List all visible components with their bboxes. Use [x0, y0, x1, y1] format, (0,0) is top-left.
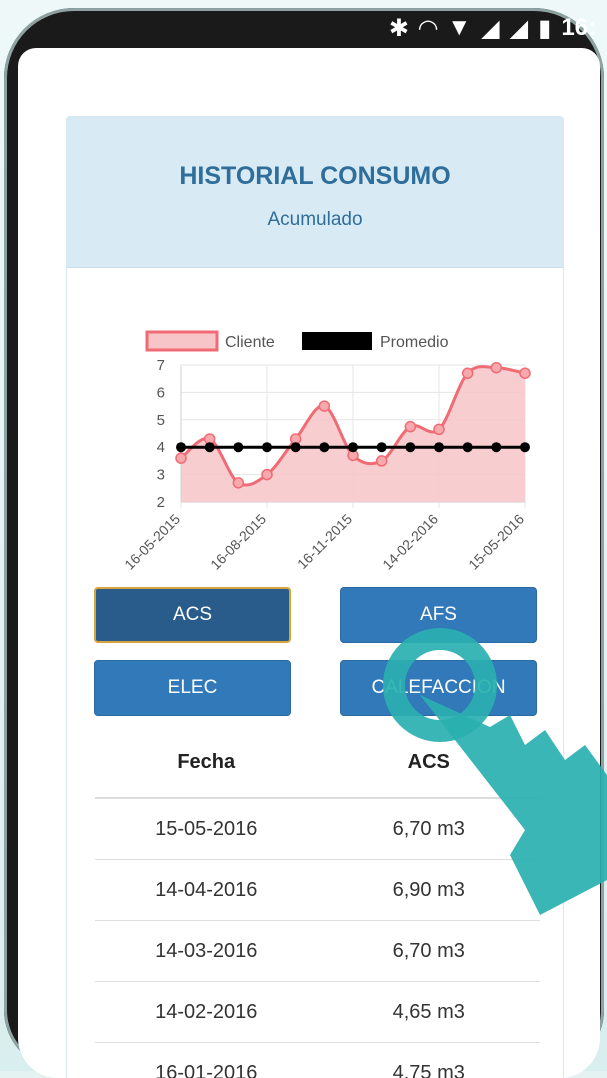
- battery-icon: ▮: [538, 14, 551, 43]
- value-cell: 4,75 m3: [318, 1062, 541, 1078]
- promedio-point: [348, 442, 358, 452]
- y-tick-label: 4: [157, 439, 165, 456]
- table-row: 14-02-2016 4,65 m3: [95, 982, 540, 1043]
- legend-swatch-promedio: [302, 332, 372, 350]
- y-tick-label: 7: [157, 357, 165, 374]
- x-tick-label: 16-05-2015: [121, 511, 183, 573]
- value-cell: 6,70 m3: [318, 818, 541, 841]
- date-cell: 14-04-2016: [95, 879, 318, 902]
- value-cell: 4,65 m3: [318, 1001, 541, 1024]
- date-cell: 14-03-2016: [95, 940, 318, 963]
- phone-frame: ✱ ◠ ▼ ◢ ◢ ▮ 16: HISTORIAL CONSUMO Acumul…: [4, 8, 604, 1070]
- page-title: HISTORIAL CONSUMO: [179, 162, 450, 191]
- page-subtitle: Acumulado: [267, 209, 362, 231]
- promedio-point: [377, 442, 387, 452]
- elec-button[interactable]: ELEC: [94, 660, 291, 716]
- app-screen: HISTORIAL CONSUMO Acumulado Cliente Prome…: [18, 48, 600, 1078]
- cliente-point: [491, 363, 501, 373]
- y-tick-label: 5: [157, 412, 165, 429]
- x-tick-label: 16-11-2015: [294, 511, 355, 572]
- value-cell: 6,70 m3: [318, 940, 541, 963]
- table-row: 14-04-2016 6,90 m3: [95, 860, 540, 921]
- cliente-point: [233, 478, 243, 488]
- status-time: 16:: [561, 14, 596, 42]
- promedio-point: [405, 442, 415, 452]
- cliente-point: [520, 368, 530, 378]
- promedio-point: [319, 442, 329, 452]
- acs-button[interactable]: ACS: [94, 587, 291, 643]
- legend-swatch-cliente: [147, 332, 217, 350]
- x-tick-label: 16-08-2015: [207, 511, 269, 573]
- promedio-point: [205, 442, 215, 452]
- promedio-point: [291, 442, 301, 452]
- table-row: 14-03-2016 6,70 m3: [95, 921, 540, 982]
- column-header-acs: ACS: [318, 751, 541, 774]
- history-panel: HISTORIAL CONSUMO Acumulado Cliente Prome…: [66, 116, 564, 1078]
- status-bar: ✱ ◠ ▼ ◢ ◢ ▮ 16:: [4, 8, 604, 48]
- y-tick-label: 6: [157, 384, 165, 401]
- calefaccion-button[interactable]: CALEFACCION: [340, 660, 537, 716]
- cliente-point: [176, 453, 186, 463]
- cliente-point: [434, 424, 444, 434]
- date-cell: 14-02-2016: [95, 1001, 318, 1024]
- legend-label-cliente: Cliente: [225, 334, 275, 351]
- headset-icon: ◠: [419, 14, 437, 43]
- x-tick-label: 15-05-2016: [465, 511, 527, 573]
- wifi-icon: ▼: [447, 14, 471, 42]
- promedio-point: [520, 442, 530, 452]
- promedio-point: [491, 442, 501, 452]
- cliente-point: [319, 401, 329, 411]
- cliente-point: [377, 456, 387, 466]
- promedio-point: [434, 442, 444, 452]
- date-cell: 16-01-2016: [95, 1062, 318, 1078]
- signal-icon: ◢: [510, 14, 528, 43]
- cliente-point: [463, 368, 473, 378]
- table-row: 16-01-2016 4,75 m3: [95, 1043, 540, 1078]
- panel-header: HISTORIAL CONSUMO Acumulado: [67, 117, 563, 268]
- y-tick-label: 2: [157, 494, 165, 511]
- value-cell: 6,90 m3: [318, 879, 541, 902]
- table-row: 15-05-2016 6,70 m3: [95, 799, 540, 860]
- promedio-point: [176, 442, 186, 452]
- bluetooth-icon: ✱: [389, 14, 409, 43]
- signal-icon: ◢: [481, 14, 499, 43]
- consumption-table: Fecha ACS 15-05-2016 6,70 m3 14-04-2016 …: [95, 727, 540, 1078]
- column-header-fecha: Fecha: [95, 751, 318, 774]
- promedio-point: [233, 442, 243, 452]
- afs-button[interactable]: AFS: [340, 587, 537, 643]
- promedio-point: [463, 442, 473, 452]
- date-cell: 15-05-2016: [95, 818, 318, 841]
- promedio-point: [262, 442, 272, 452]
- cliente-point: [405, 422, 415, 432]
- y-tick-label: 3: [157, 467, 165, 484]
- cliente-point: [262, 470, 272, 480]
- x-tick-label: 14-02-2016: [379, 511, 441, 573]
- legend-label-promedio: Promedio: [380, 334, 449, 351]
- chart-svg: Cliente Promedio 2 3 4 5 6 7 16-05-2015 16-08-201…: [67, 297, 563, 597]
- table-header: Fecha ACS: [95, 727, 540, 799]
- consumption-chart: Cliente Promedio 2 3 4 5 6 7 16-05-2015 16-08-201…: [67, 297, 563, 597]
